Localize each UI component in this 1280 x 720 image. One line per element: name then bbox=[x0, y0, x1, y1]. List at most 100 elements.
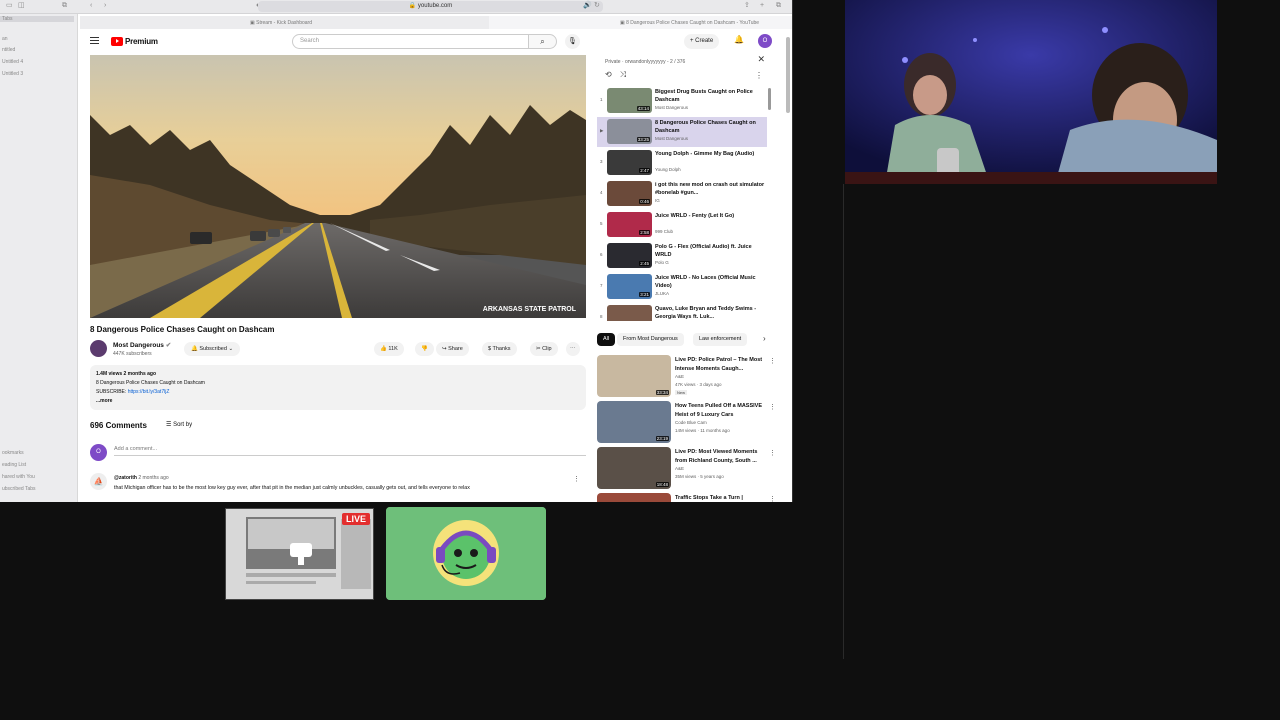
sidebar-item-subscribed[interactable]: ubscribed Tabs bbox=[2, 486, 36, 492]
playlist-item[interactable]: 8 Quavo, Luke Bryan and Teddy Swims - Geo… bbox=[597, 303, 767, 321]
tab-kick-dashboard[interactable]: ▣ Stream - Kick Dashboard bbox=[250, 18, 312, 28]
playlist-item[interactable]: 3 2:47 Young Dolph - Gimme My Bag (Audio) Y… bbox=[597, 148, 767, 178]
description-box[interactable]: 1.4M views 2 months ago 8 Dangerous Poli… bbox=[90, 365, 586, 410]
sidebar-item[interactable]: Untitled 3 bbox=[2, 71, 23, 77]
recommendation-channel[interactable]: A&E bbox=[675, 374, 684, 379]
video-player[interactable]: ARKANSAS STATE PATROL bbox=[90, 55, 586, 318]
recommendation-item[interactable]: 33:34 Live PD: Police Patrol – The Most I… bbox=[597, 355, 777, 399]
playlist-item[interactable]: 6 2:45 Polo G - Flex (Official Audio) ft. … bbox=[597, 241, 767, 271]
comment-username[interactable]: @zatorith bbox=[114, 475, 137, 481]
playlist-item-title[interactable]: Polo G - Flex (Official Audio) ft. Juice… bbox=[655, 243, 765, 259]
recommendation-more-icon[interactable]: ⋮ bbox=[769, 449, 776, 457]
playlist-thumbnail[interactable]: 2:58 bbox=[607, 212, 652, 237]
page-scrollbar[interactable] bbox=[786, 37, 790, 113]
create-button[interactable]: + Create bbox=[684, 34, 720, 49]
chip-law-enforcement[interactable]: Law enforcement bbox=[693, 333, 748, 346]
playlist-thumbnail[interactable]: 43:14 bbox=[607, 88, 652, 113]
playlist-item[interactable]: 5 2:58 Juice WRLD - Fenty (Let It Go) 999 C… bbox=[597, 210, 767, 240]
playlist-item-title[interactable]: Quavo, Luke Bryan and Teddy Swims - Geor… bbox=[655, 305, 765, 321]
audio-icon[interactable]: 🔊 bbox=[583, 2, 592, 10]
playlist-item-title[interactable]: 8 Dangerous Police Chases Caught on Dash… bbox=[655, 119, 765, 135]
sidebar-item[interactable]: ntitled bbox=[2, 47, 15, 53]
recommendation-title[interactable]: Traffic Stops Take a Turn | bbox=[675, 494, 767, 502]
more-actions-icon[interactable]: ⋯ bbox=[566, 342, 580, 356]
channel-name[interactable]: Most Dangerous ✔ bbox=[113, 341, 171, 349]
recommendation-title[interactable]: Live PD: Police Patrol – The Most Intens… bbox=[675, 356, 767, 373]
playlist-item[interactable]: 7 3:21 Juice WRLD - No Laces (Official Mus… bbox=[597, 272, 767, 302]
menu-icon[interactable] bbox=[90, 37, 99, 44]
youtube-logo[interactable]: Premium bbox=[111, 36, 158, 46]
playlist-thumbnail[interactable]: 2:47 bbox=[607, 150, 652, 175]
forward-icon[interactable]: › bbox=[104, 2, 112, 10]
sidebar-toggle-icon[interactable]: ▭ bbox=[6, 2, 14, 10]
sort-button[interactable]: ☰ Sort by bbox=[166, 421, 192, 428]
playlist-scrollbar[interactable] bbox=[768, 88, 771, 110]
chip-all[interactable]: All bbox=[597, 333, 616, 346]
recommendation-more-icon[interactable]: ⋮ bbox=[769, 495, 776, 502]
sidebar-toggle-icon[interactable]: ◫ bbox=[18, 2, 26, 10]
share-icon[interactable]: ⇪ bbox=[744, 2, 752, 10]
search-icon[interactable]: ⌕ bbox=[529, 34, 557, 49]
playlist-thumbnail[interactable]: 33:25 bbox=[607, 119, 652, 144]
recommendation-title[interactable]: Live PD: Most Viewed Moments from Richla… bbox=[675, 448, 767, 465]
share-button[interactable]: ↪ Share bbox=[436, 342, 469, 356]
account-avatar[interactable]: O bbox=[758, 34, 772, 48]
recommendation-thumbnail[interactable]: 18:48 bbox=[597, 447, 671, 489]
playlist-item[interactable]: ▶ 33:25 8 Dangerous Police Chases Caught o… bbox=[597, 117, 767, 147]
commenter-avatar[interactable]: ⛵ bbox=[90, 473, 107, 490]
reload-icon[interactable]: ↻ bbox=[594, 2, 602, 10]
playlist-thumbnail[interactable]: 2:45 bbox=[607, 243, 652, 268]
sidebar-item-tabs[interactable]: Tabs bbox=[0, 16, 74, 22]
sidebar-item[interactable]: Untitled 4 bbox=[2, 59, 23, 65]
recommendation-title[interactable]: How Teens Pulled Off a MASSIVE Heist of … bbox=[675, 402, 767, 419]
sidebar-item[interactable]: an bbox=[2, 36, 8, 42]
playlist-item[interactable]: 4 0:46 i got this new mod on crash out sim… bbox=[597, 179, 767, 209]
thanks-button[interactable]: $ Thanks bbox=[482, 342, 517, 356]
comment-more-icon[interactable]: ⋮ bbox=[573, 475, 580, 483]
recommendation-item[interactable]: 18:48 Live PD: Most Viewed Moments from R… bbox=[597, 447, 777, 491]
playlist-item-title[interactable]: i got this new mod on crash out simulato… bbox=[655, 181, 765, 197]
tab-overview-icon[interactable]: ⧉ bbox=[62, 2, 70, 10]
new-tab-icon[interactable]: + bbox=[760, 2, 768, 10]
back-icon[interactable]: ‹ bbox=[90, 2, 98, 10]
dislike-button[interactable]: 👎 bbox=[415, 342, 434, 356]
loop-icon[interactable]: ⟲ bbox=[605, 70, 620, 79]
sidebar-item-bookmarks[interactable]: ookmarks bbox=[2, 450, 24, 456]
playlist-item-title[interactable]: Young Dolph - Gimme My Bag (Audio) bbox=[655, 150, 765, 158]
recommendation-thumbnail[interactable]: 33:34 bbox=[597, 355, 671, 397]
tabs-icon[interactable]: ⧉ bbox=[776, 2, 784, 10]
playlist-item[interactable]: 1 43:14 Biggest Drug Busts Caught on Polic… bbox=[597, 86, 767, 116]
subscribed-button[interactable]: 🔔 Subscribed ⌄ bbox=[184, 342, 241, 356]
recommendation-more-icon[interactable]: ⋮ bbox=[769, 357, 776, 365]
recommendation-channel[interactable]: A&E bbox=[675, 466, 684, 471]
channel-avatar[interactable] bbox=[90, 340, 107, 357]
notifications-bell-icon[interactable]: 🔔 bbox=[734, 35, 744, 44]
recommendation-item[interactable]: 23:19 How Teens Pulled Off a MASSIVE Heis… bbox=[597, 401, 777, 445]
sidebar-item-shared[interactable]: hared with You bbox=[2, 474, 35, 480]
recommendation-more-icon[interactable]: ⋮ bbox=[769, 403, 776, 411]
microphone-icon[interactable]: 🎙 bbox=[565, 34, 580, 49]
add-comment-input[interactable]: Add a comment... bbox=[114, 443, 586, 456]
recommendation-item[interactable]: Traffic Stops Take a Turn | ⋮ bbox=[597, 493, 777, 502]
chip-from-channel[interactable]: From Most Dangerous bbox=[617, 333, 684, 346]
like-button[interactable]: 👍 11K bbox=[374, 342, 404, 356]
recommendation-thumbnail[interactable]: 23:19 bbox=[597, 401, 671, 443]
playlist-item-title[interactable]: Juice WRLD - No Laces (Official Music Vi… bbox=[655, 274, 765, 290]
chevron-right-icon[interactable]: › bbox=[763, 334, 766, 343]
playlist-thumbnail[interactable] bbox=[607, 305, 652, 321]
show-more-link[interactable]: ...more bbox=[96, 397, 580, 406]
playlist-item-title[interactable]: Biggest Drug Busts Caught on Police Dash… bbox=[655, 88, 765, 104]
address-bar[interactable]: 🔒 youtube.com bbox=[258, 1, 603, 12]
playlist-item-title[interactable]: Juice WRLD - Fenty (Let It Go) bbox=[655, 212, 765, 220]
search-input[interactable]: Search bbox=[292, 34, 529, 49]
subscribe-link[interactable]: https://bit.ly/3at7ljZ bbox=[128, 389, 170, 395]
recommendation-thumbnail[interactable] bbox=[597, 493, 671, 502]
playlist-more-icon[interactable]: ⋮ bbox=[755, 71, 763, 80]
tab-youtube[interactable]: ▣ 8 Dangerous Police Chases Caught on Da… bbox=[620, 18, 759, 28]
playlist-thumbnail[interactable]: 0:46 bbox=[607, 181, 652, 206]
playlist-thumbnail[interactable]: 3:21 bbox=[607, 274, 652, 299]
shuffle-icon[interactable]: ⤨ bbox=[620, 70, 634, 79]
close-icon[interactable]: ✕ bbox=[757, 54, 765, 65]
clip-button[interactable]: ✂ Clip bbox=[530, 342, 558, 356]
recommendation-channel[interactable]: Code Blue Cam bbox=[675, 420, 707, 425]
